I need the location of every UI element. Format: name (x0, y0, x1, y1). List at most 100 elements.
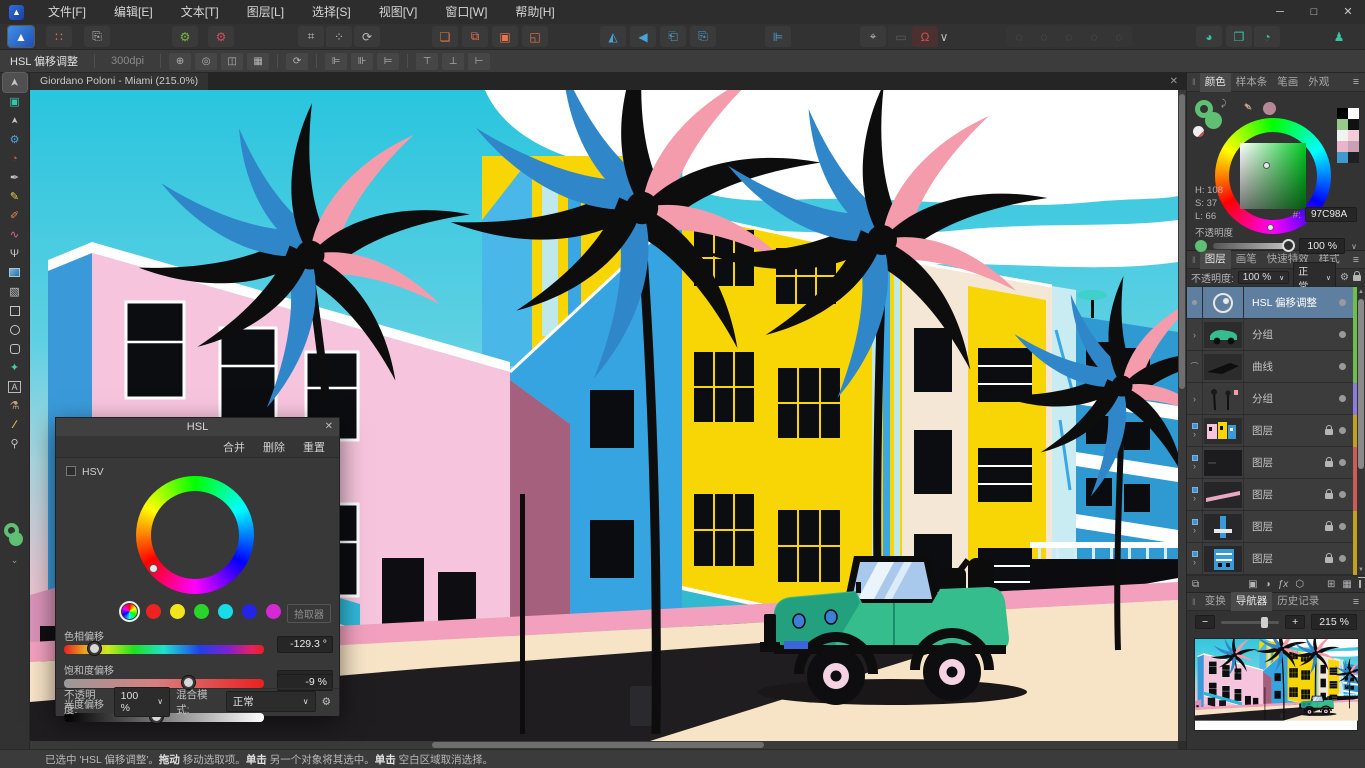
menu-edit[interactable]: 编辑[E] (100, 0, 167, 24)
navigator-zoom-handle[interactable] (1261, 617, 1268, 628)
color-picker-tool[interactable]: ⚗ (3, 396, 27, 415)
move-backward-icon[interactable]: ⎘ (690, 26, 716, 47)
layer-row-pole[interactable]: › 图层 (1187, 511, 1357, 543)
menu-view[interactable]: 视图[V] (365, 0, 432, 24)
tab-transform[interactable]: 变换 (1200, 592, 1231, 611)
picked-color-well[interactable] (1263, 102, 1276, 115)
alignment-icon[interactable]: ⊫ (765, 26, 791, 47)
color-opacity-slider[interactable] (1213, 243, 1293, 249)
delete-layer-icon[interactable] (1359, 580, 1361, 588)
snap-midpoint-icon[interactable]: ⁘ (326, 26, 352, 47)
hsl-reset-button[interactable]: 重置 (303, 439, 325, 455)
paint-brush-tool[interactable]: ✐ (3, 206, 27, 225)
color-panel-menu-icon[interactable]: ≡ (1347, 76, 1365, 88)
move-forward-icon[interactable]: ⎗ (660, 26, 686, 47)
red-channel-swatch[interactable] (146, 604, 161, 619)
layer-effects-icon[interactable]: ƒx (1278, 579, 1289, 590)
document-tab[interactable]: Giordano Poloni - Miami (215.0%) (30, 73, 208, 90)
crop-tool[interactable]: ▧ (3, 282, 27, 301)
layer-lock-icon[interactable] (1325, 525, 1333, 531)
snap-bounds-icon[interactable]: ⌗ (298, 26, 324, 47)
layer-edit-dot[interactable] (1339, 331, 1346, 338)
pixel-grid-icon[interactable]: ▦ (247, 53, 269, 70)
layers-panel-menu-icon[interactable]: ≡ (1347, 254, 1365, 266)
fill-stroke-indicator[interactable] (4, 523, 26, 549)
node-tool[interactable]: ➤ (3, 111, 27, 130)
rotation-gear-icon[interactable]: ⚙ (208, 26, 234, 47)
magenta-channel-swatch[interactable] (266, 604, 281, 619)
yellow-channel-swatch[interactable] (170, 604, 185, 619)
tab-close-icon[interactable]: ✕ (1162, 76, 1186, 87)
measure-tool[interactable]: ∕ (3, 415, 27, 434)
restore-button[interactable]: □ (1297, 0, 1331, 24)
layers-opacity-dropdown[interactable]: 100 %∨ (1238, 271, 1289, 284)
fill-color-well[interactable] (1205, 112, 1222, 129)
account-icon[interactable]: ♟ (1326, 26, 1352, 47)
pen-tool[interactable]: ✒ (3, 168, 27, 187)
color-opacity-handle[interactable] (1282, 239, 1295, 252)
hex-input[interactable]: 97C98A (1305, 207, 1357, 222)
artboard-tool[interactable]: ▣ (3, 92, 27, 111)
align-middle-icon[interactable]: ⊥ (442, 53, 464, 70)
fill-tool[interactable]: Ψ (3, 244, 27, 263)
layer-edit-dot[interactable] (1339, 459, 1346, 466)
align-center-icon[interactable]: ⊪ (351, 53, 373, 70)
boolean-intersect-icon[interactable]: ▣ (492, 26, 518, 47)
menu-file[interactable]: 文件[F] (34, 0, 100, 24)
vertical-scrollbar[interactable] (1178, 90, 1186, 741)
move-tool[interactable]: ➤ (3, 73, 27, 92)
contour-tool[interactable]: ◔ (3, 149, 27, 168)
align-top-icon[interactable]: ⊤ (416, 53, 438, 70)
insert-behind-icon[interactable]: ◕ (1196, 26, 1222, 47)
flip-vertical-icon[interactable]: ◀ (630, 26, 656, 47)
text-tool[interactable]: A (3, 377, 27, 396)
zoom-tool[interactable]: ⚲ (3, 434, 27, 453)
tab-navigator[interactable]: 导航器 (1231, 592, 1273, 611)
layer-row-curve[interactable]: ⌒ 曲线 (1187, 351, 1357, 383)
snapping-dropdown-icon[interactable]: ∨ (938, 26, 950, 47)
layer-edit-dot[interactable] (1339, 491, 1346, 498)
no-color-icon[interactable] (1193, 126, 1204, 137)
dialog-opacity-dropdown[interactable]: 100 %∨ (114, 687, 170, 717)
wheel-hue-handle[interactable] (1267, 224, 1274, 231)
color-opacity-dropdown-icon[interactable]: ∨ (1351, 242, 1357, 251)
blue-channel-swatch[interactable] (242, 604, 257, 619)
cyan-channel-swatch[interactable] (218, 604, 233, 619)
tab-history[interactable]: 历史记录 (1272, 592, 1324, 611)
layer-row-dark[interactable]: › 图层 (1187, 447, 1357, 479)
snapping-magnet-icon[interactable]: Ω (912, 26, 938, 47)
color-opacity-value[interactable]: 100 % (1299, 238, 1345, 254)
layers-scrollbar[interactable]: ▲▼ (1357, 287, 1365, 575)
shape-tool[interactable]: ✦ (3, 358, 27, 377)
tab-color[interactable]: 颜色 (1200, 73, 1231, 92)
dialog-gear-icon[interactable]: ⚙ (322, 696, 331, 708)
place-image-tool[interactable] (3, 263, 27, 282)
layer-row-blue-building[interactable]: › 图层 (1187, 543, 1357, 575)
hsl-merge-button[interactable]: 合并 (223, 439, 245, 455)
menu-help[interactable]: 帮助[H] (501, 0, 568, 24)
layers-lock-icon[interactable] (1353, 275, 1361, 281)
vector-brush-tool[interactable]: ∿ (3, 225, 27, 244)
sv-handle[interactable] (1263, 162, 1270, 169)
menu-layer[interactable]: 图层[L] (233, 0, 298, 24)
layer-edit-dot[interactable] (1339, 427, 1346, 434)
hsl-color-ring[interactable] (136, 476, 254, 594)
menu-window[interactable]: 窗口[W] (431, 0, 501, 24)
hue-shift-value[interactable]: -129.3 ° (277, 636, 333, 653)
dialog-blend-dropdown[interactable]: 正常∨ (226, 691, 316, 712)
align-bottom-icon[interactable]: ⊢ (468, 53, 490, 70)
layer-lock-icon[interactable] (1325, 461, 1333, 467)
edit-all-layers-icon[interactable]: ⧉ (1192, 579, 1199, 590)
hsl-delete-button[interactable]: 删除 (263, 439, 285, 455)
add-layer-icon[interactable]: ⊞ (1327, 579, 1335, 590)
layer-row-group-car[interactable]: › 分组 (1187, 319, 1357, 351)
align-left-icon[interactable]: ⊫ (325, 53, 347, 70)
menu-text[interactable]: 文本[T] (167, 0, 233, 24)
zoom-in-button[interactable]: + (1285, 615, 1305, 629)
hue-shift-handle[interactable] (88, 642, 101, 655)
mask-layer-icon[interactable]: ▣ (1248, 579, 1257, 590)
snap-rotate-icon[interactable]: ⟳ (354, 26, 380, 47)
swap-fill-stroke-icon[interactable]: ⤸ (1221, 98, 1226, 109)
recent-swatches[interactable] (1337, 108, 1359, 163)
tab-stroke[interactable]: 笔画 (1272, 73, 1303, 92)
